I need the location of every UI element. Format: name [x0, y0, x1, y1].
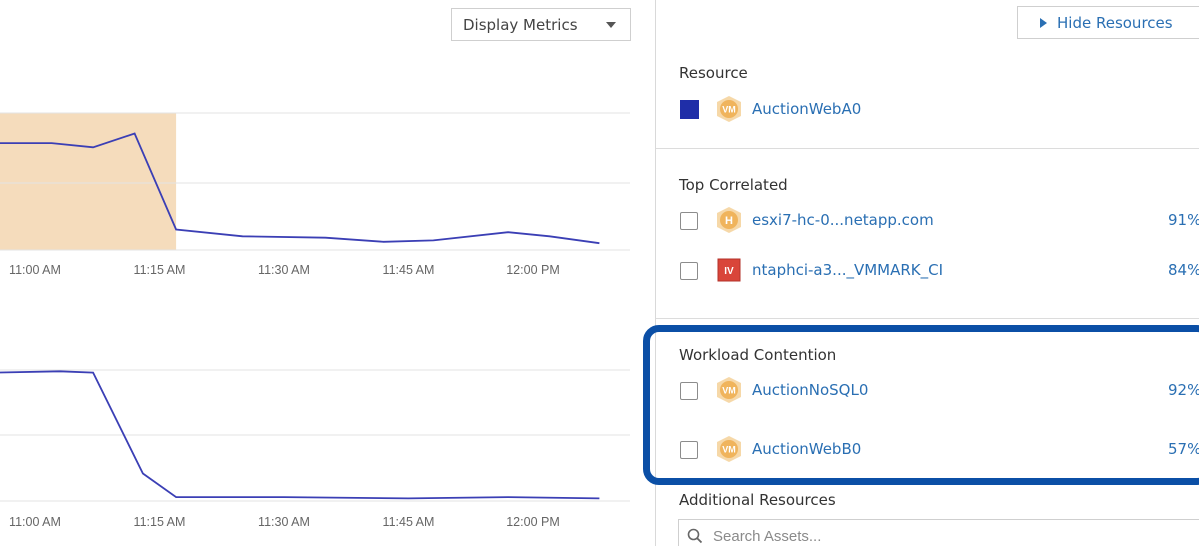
play-icon	[1040, 17, 1047, 28]
svg-text:IV: IV	[724, 266, 734, 277]
resource-name-link[interactable]: AuctionWebA0	[752, 100, 861, 118]
search-assets-input[interactable]	[713, 527, 1113, 545]
metric-chart-1: 11:00 AM 11:15 AM 11:30 AM 11:45 AM 12:00 PM	[0, 112, 630, 277]
section-divider	[656, 148, 1199, 149]
correlated-resource-link[interactable]: ntaphci-a3..._VMMARK_CI	[752, 261, 943, 279]
svg-text:VM: VM	[722, 105, 736, 115]
correlated-resource-link[interactable]: esxi7-hc-0...netapp.com	[752, 211, 934, 229]
x-tick-label: 11:30 AM	[258, 263, 310, 277]
correlated-checkbox[interactable]	[680, 212, 698, 230]
x-tick-label: 11:45 AM	[383, 515, 435, 529]
display-metrics-dropdown[interactable]: Display Metrics	[451, 8, 631, 41]
vm-icon: VM	[717, 96, 741, 122]
x-tick-label: 12:00 PM	[506, 515, 560, 529]
correlated-row: IV ntaphci-a3..._VMMARK_CI 84%	[678, 256, 1199, 284]
hide-resources-label: Hide Resources	[1057, 13, 1173, 32]
x-tick-label: 11:45 AM	[383, 263, 435, 277]
selected-time-range	[0, 113, 177, 250]
x-tick-label: 11:15 AM	[134, 515, 186, 529]
additional-resources-title: Additional Resources	[679, 491, 836, 509]
correlation-percent: 84%	[1168, 261, 1199, 279]
section-divider	[656, 318, 1199, 319]
correlated-checkbox[interactable]	[680, 262, 698, 280]
metrics-chart-pane: Display Metrics 11:00 AM 11:15 AM 11:30 AM…	[0, 0, 655, 546]
display-metrics-label: Display Metrics	[463, 15, 578, 34]
resource-section-title: Resource	[679, 64, 748, 82]
search-icon	[687, 528, 703, 544]
series-color-swatch	[680, 100, 699, 119]
top-correlated-title: Top Correlated	[679, 176, 788, 194]
search-assets-field[interactable]	[678, 519, 1199, 546]
caret-down-icon	[606, 22, 616, 28]
primary-resource-row: VM AuctionWebA0	[678, 95, 1199, 123]
host-icon: H	[717, 207, 741, 233]
x-tick-label: 11:15 AM	[134, 263, 186, 277]
workload-contention-highlight	[643, 325, 1199, 485]
hide-resources-button[interactable]: Hide Resources	[1017, 6, 1199, 39]
x-tick-label: 11:00 AM	[9, 515, 61, 529]
metric-chart-2: 11:00 AM 11:15 AM 11:30 AM 11:45 AM 12:00 PM	[0, 369, 630, 529]
x-tick-label: 11:30 AM	[258, 515, 310, 529]
correlated-row: H esxi7-hc-0...netapp.com 91%	[678, 206, 1199, 234]
resources-panel: Hide Resources Resource VM AuctionWebA0 …	[643, 0, 1199, 546]
correlation-percent: 91%	[1168, 211, 1199, 229]
svg-text:H: H	[725, 215, 733, 227]
x-tick-label: 11:00 AM	[9, 263, 61, 277]
internal-volume-icon: IV	[717, 258, 741, 282]
x-tick-label: 12:00 PM	[506, 263, 560, 277]
